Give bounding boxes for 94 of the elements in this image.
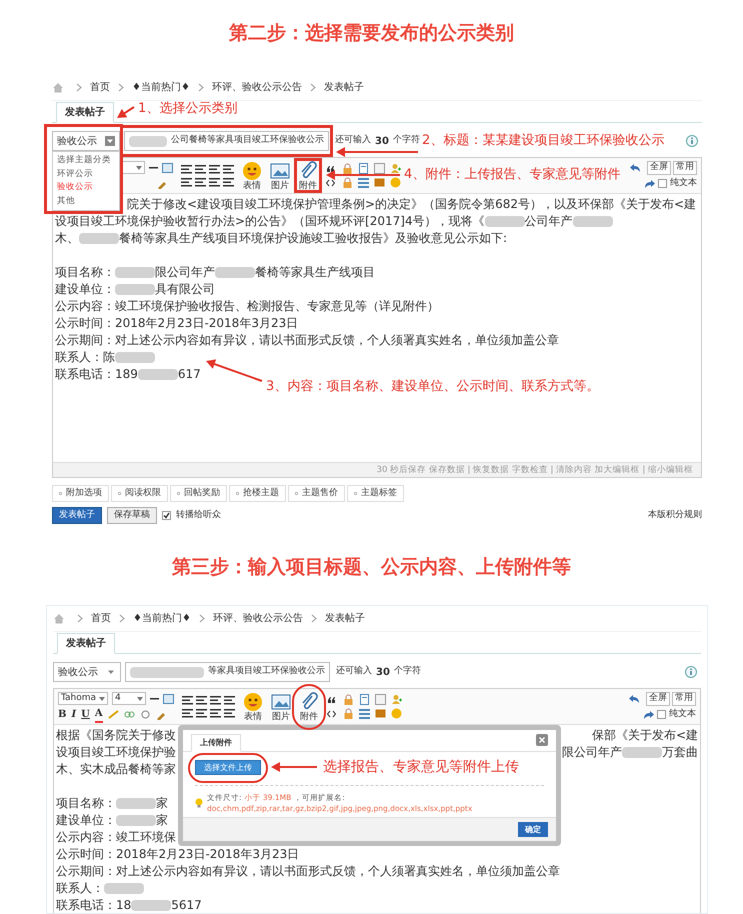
toolbar-button[interactable]: 表情 [242,160,262,190]
body-text: 联系人： [56,880,104,897]
dialog-tab[interactable]: 上传附件 [191,734,241,752]
breadcrumb-link[interactable]: 环评、验收公示公告 [212,611,303,626]
body-text: 设项目竣工环境保护验 [56,744,176,761]
body-text: 家 [156,795,168,812]
body-text: 建设单位： [55,281,115,298]
body-text: 公示时间：2018年2月23日-2018年3月23日 [56,846,300,863]
format-button[interactable]: A [94,706,103,723]
breadcrumb-link[interactable]: ♦当前热门♦ [132,80,190,95]
body-text: 617 [178,366,201,383]
breadcrumb-link[interactable]: ♦当前热门♦ [133,611,191,626]
body-text: 限公司年产 [155,264,215,281]
breadcrumb-link[interactable]: 首页 [91,611,111,626]
annotation-text: 4、附件：上传报告、专家意见等附件 [404,166,620,184]
toolbar-button[interactable]: 图片 [271,692,291,722]
font-select[interactable]: Tahoma [58,692,108,705]
body-text: 具有限公司 [155,281,215,298]
dropdown-option[interactable]: 验收公示 [53,181,119,194]
body-text: 限公司年产 [562,744,622,761]
breadcrumb-link[interactable]: 发表帖子 [324,611,365,626]
post-tab[interactable]: 发表帖子 [56,102,114,123]
annotation-text: 选择报告、专家意见等附件上传 [323,758,519,776]
body-text: 公示时间：2018年2月23日-2018年3月23日 [55,315,298,332]
category-select[interactable]: 验收公示 [53,662,121,682]
body-text: 联系电话：18 [56,897,132,913]
body-text: 建设单位： [56,812,116,829]
step-heading: 第二步：选择需要发布的公示类别 [229,21,514,46]
dropdown-option[interactable]: 环评公示 [53,168,119,181]
counter-label: 个字符 [392,134,420,148]
breadcrumb-link[interactable]: 首页 [90,80,110,95]
publish-button[interactable]: 发表帖子 [52,507,102,524]
counter-value: 30 [375,134,389,148]
annotation-text: 1、选择公示类别 [138,100,238,118]
toolbar-button[interactable]: 附件 [299,692,319,722]
body-text: 木、 [55,230,79,247]
format-button[interactable]: U [81,707,90,722]
body-text: 餐椅等家具生产线项目环境保护设施竣工验收报告》及验收意见公示如下: [119,230,508,247]
title-field[interactable]: 等家具项目竣工环保验收公示 [125,662,330,682]
annotation-text: 3、内容：项目名称、建设单位、公示时间、联系方式等。 [266,378,600,396]
counter-label: 还可输入 [335,134,371,148]
body-text: 公示内容：竣工环境保 [56,829,176,846]
size-select[interactable]: 4 [112,692,146,705]
rules-link[interactable]: 本版积分规则 [648,508,702,522]
body-text: 根据《国务院关于修改 [56,727,176,744]
body-text: 公示内容：竣工环境保护验收报告、检测报告、专家意见等（详见附件） [55,298,439,315]
body-text: 设项目竣工环境保护验收暂行办法>的公告》（国环规环评[2017]4号），现将《 [55,213,485,230]
body-text: 联系电话：189 [55,366,138,383]
option-tab[interactable]: 阅读权限 [111,485,168,502]
toolbar-button[interactable]: 图片 [270,160,290,190]
breadcrumb-link[interactable]: 发表帖子 [324,80,364,95]
body-text: 公司年产 [524,213,573,230]
option-tab[interactable]: 回帖奖励 [170,485,227,502]
breadcrumb-link[interactable]: 环评、验收公示公告 [212,80,302,95]
body-text: 餐椅等家具生产线项目 [255,264,375,281]
step-heading: 第三步：输入项目标题、公示内容、上传附件等 [172,554,571,580]
toolbar-button[interactable]: 全屏 [647,160,671,175]
format-button[interactable]: B [58,707,66,722]
status-bar-text: 30 秒后保存 保存数据 | 恢复数据 字数检查 | 清除内容 加大编辑框 | 缩小编辑框 [376,464,693,476]
body-text: 保部《关于发布<建 [592,727,698,744]
dropdown-option[interactable]: 其他 [53,194,119,208]
body-text: 联系人：陈 [55,349,115,366]
option-tab[interactable]: 抢楼主题 [229,485,286,502]
category-select[interactable]: 验收公示 [52,131,120,151]
body-text: 院关于修改<建设项目竣工环境保护管理条例>的决定》（国务院令第682号），以及环保部《关于发布<建 [127,196,696,213]
format-button[interactable]: I [71,707,76,722]
post-tab[interactable]: 发表帖子 [57,633,115,654]
ok-button[interactable]: 确定 [518,822,548,837]
body-text: 公示期间：对上述公示内容如有异议，请以书面形式反馈，个人须署真实姓名，单位须加盖公章 [55,332,559,349]
body-text: 项目名称： [56,795,116,812]
body-text: 公示期间：对上述公示内容如有异议，请以书面形式反馈，个人须署真实姓名，单位须加盖公章 [56,863,560,880]
toolbar-button[interactable]: 常用 [672,692,696,706]
toolbar-button[interactable]: 附件 [298,160,318,190]
checkbox-label: 纯文本 [670,176,697,190]
option-tab[interactable]: 附加选项 [52,485,109,502]
counter-value: 30 [376,666,390,680]
counter-label: 个字符 [394,665,421,678]
checkbox-label: 纯文本 [669,708,696,721]
dropdown-option[interactable]: 选择主题分类 [53,154,119,168]
body-text: 5617 [171,897,202,913]
toolbar-button[interactable]: 常用 [673,160,697,175]
body-text: 项目名称： [55,264,115,281]
body-text: 家 [156,812,168,829]
body-text: 万套曲 [662,744,698,761]
title-field[interactable]: 公司餐椅等家具项目竣工环保验收公示 [124,131,329,151]
checkbox-label: 转播给听众 [176,508,221,522]
annotation-text: 2、标题：某某建设项目竣工环保验收公示 [422,132,664,150]
toolbar-button[interactable]: 表情 [243,692,263,722]
toolbar-button[interactable]: 全屏 [646,692,670,706]
option-tab[interactable]: 主题售价 [288,485,345,502]
body-text: 木、实木成品餐椅等家 [56,761,176,778]
option-tab[interactable]: 主题标签 [347,485,404,502]
save-draft-button[interactable]: 保存草稿 [107,507,157,524]
counter-label: 还可输入 [336,665,372,678]
